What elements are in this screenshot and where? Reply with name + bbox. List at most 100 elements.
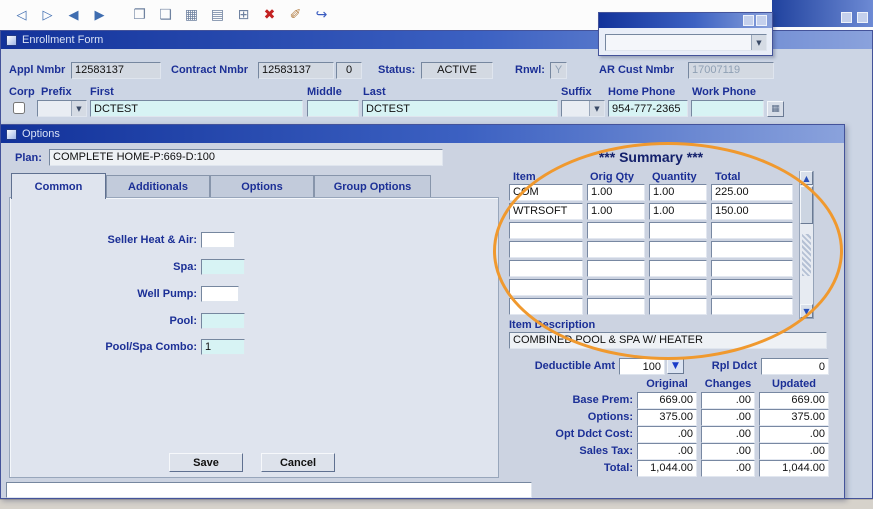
summary-cell[interactable]: 225.00 [711,184,793,201]
summary-cell[interactable] [649,260,707,277]
summary-cell[interactable] [509,279,583,296]
print-icon[interactable]: ▤ [206,4,229,26]
deductible-lov-icon[interactable]: ▼ [667,358,684,374]
home-phone-label: Home Phone [608,86,676,98]
tab-options[interactable]: Options [210,175,314,198]
contract-nmbr-field[interactable]: 12583137 [258,62,334,79]
pool-field[interactable] [201,313,245,329]
scroll-down-icon[interactable]: ▼ [800,304,813,318]
save-button[interactable]: Save [169,453,243,472]
popup-close-button[interactable] [756,15,767,26]
previous-record-icon[interactable]: ◁ [10,4,33,26]
rpl-ddct-label: Rpl Ddct [711,360,757,372]
ar-cust-nmbr-label: AR Cust Nmbr [599,64,675,76]
base-prem-changes: .00 [701,392,755,409]
summary-cell[interactable] [509,260,583,277]
tree-view-icon[interactable]: ⊞ [232,4,255,26]
work-phone-field[interactable] [691,100,764,117]
next-block-icon[interactable]: ▶ [88,4,111,26]
tab-group-options[interactable]: Group Options [314,175,431,198]
clear-record-icon[interactable]: ✐ [284,4,307,26]
base-prem-label: Base Prem: [572,394,633,406]
first-name-field[interactable] [90,100,303,117]
summary-cell[interactable]: 1.00 [587,203,645,220]
summary-cell[interactable] [649,298,707,315]
scrollbar-thumb[interactable] [800,186,813,224]
middle-name-field[interactable] [307,100,359,117]
restore-window-button[interactable] [841,12,852,23]
plan-field[interactable]: COMPLETE HOME-P:669-D:100 [49,149,443,166]
prefix-combobox[interactable]: ▼ [37,100,87,117]
options-window: Options Plan: COMPLETE HOME-P:669-D:100 … [0,124,845,499]
sales-tax-updated: .00 [759,443,829,460]
popup-dropdown-icon[interactable]: ▼ [751,35,766,50]
suffix-dropdown-icon[interactable]: ▼ [589,101,604,116]
summary-cell[interactable] [587,222,645,239]
duplicate-field-icon[interactable]: ❐ [128,4,151,26]
enrollment-window-icon [6,34,17,46]
pool-spa-combo-label: Pool/Spa Combo: [105,341,197,353]
tab-additionals[interactable]: Additionals [106,175,210,198]
list-of-values-icon[interactable]: ▦ [180,4,203,26]
summary-cell[interactable]: COM [509,184,583,201]
prefix-value [38,101,71,116]
popup-titlebar[interactable] [599,13,772,28]
exit-icon[interactable]: ↪ [310,4,333,26]
summary-cell[interactable] [509,222,583,239]
options-titlebar[interactable]: Options [1,125,844,143]
grand-total-label: Total: [603,462,633,474]
duplicate-record-icon[interactable]: ❑ [154,4,177,26]
deductible-amt-field[interactable] [619,358,665,375]
seller-heat-air-field[interactable] [201,232,235,248]
item-description-field[interactable]: COMBINED POOL & SPA W/ HEATER [509,332,827,349]
summary-cell[interactable] [711,298,793,315]
last-name-field[interactable] [362,100,558,117]
popup-restore-button[interactable] [743,15,754,26]
summary-cell[interactable]: 1.00 [649,203,707,220]
summary-cell[interactable] [649,222,707,239]
summary-cell[interactable]: WTRSOFT [509,203,583,220]
well-pump-field[interactable] [201,286,239,302]
lookup-button[interactable]: ▦ [767,101,784,117]
appl-nmbr-field[interactable]: 12583137 [71,62,161,79]
suffix-combobox[interactable]: ▼ [561,100,605,117]
os-bottom-strip [0,499,873,509]
summary-cell[interactable] [649,279,707,296]
scroll-up-icon[interactable]: ▲ [800,171,813,185]
summary-cell[interactable] [711,279,793,296]
spa-field[interactable] [201,259,245,275]
prefix-dropdown-icon[interactable]: ▼ [71,101,86,116]
summary-cell[interactable] [509,298,583,315]
next-record-icon[interactable]: ▷ [36,4,59,26]
close-window-button[interactable] [857,12,868,23]
summary-cell[interactable] [587,241,645,258]
summary-cell[interactable] [509,241,583,258]
contract-seq-field[interactable]: 0 [336,62,362,79]
popup-combobox[interactable]: ▼ [605,34,767,51]
cancel-button[interactable]: Cancel [261,453,335,472]
plan-label: Plan: [15,152,42,164]
pool-spa-combo-field[interactable] [201,339,245,355]
summary-cell[interactable] [711,241,793,258]
summary-cell[interactable] [587,260,645,277]
summary-cell[interactable] [711,260,793,277]
summary-cell[interactable]: 150.00 [711,203,793,220]
corp-checkbox[interactable] [13,102,25,114]
previous-block-icon[interactable]: ◀ [62,4,85,26]
totals-header-changes: Changes [704,378,752,390]
application-screen: ◁ ▷ ◀ ▶ ❐ ❑ ▦ ▤ ⊞ ✖ ✐ ↪ Enrollment Form … [0,0,873,509]
summary-cell[interactable] [711,222,793,239]
popup-combobox-value [606,35,751,50]
contract-nmbr-label: Contract Nmbr [171,64,249,76]
summary-cell[interactable]: 1.00 [587,184,645,201]
rpl-ddct-field[interactable] [761,358,829,375]
summary-cell[interactable] [649,241,707,258]
summary-cell[interactable] [587,298,645,315]
delete-record-icon[interactable]: ✖ [258,4,281,26]
summary-cell[interactable]: 1.00 [649,184,707,201]
summary-cell[interactable] [587,279,645,296]
popup-window: ▼ [598,12,773,56]
home-phone-field[interactable] [608,100,688,117]
tab-common[interactable]: Common [11,173,106,199]
summary-scrollbar[interactable]: ▲ ▼ [799,171,814,319]
